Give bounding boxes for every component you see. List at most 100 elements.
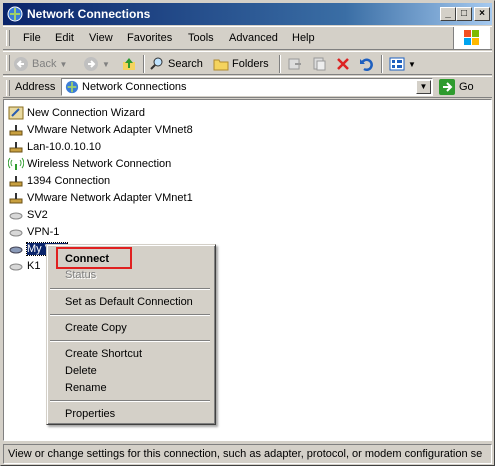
address-label: Address bbox=[15, 81, 56, 93]
copy-to-icon bbox=[313, 57, 326, 71]
window-title: Network Connections bbox=[27, 7, 151, 21]
forward-button[interactable]: ▼ bbox=[83, 55, 110, 73]
wizard-icon bbox=[8, 106, 24, 120]
search-label: Search bbox=[168, 58, 203, 70]
move-to-button[interactable] bbox=[287, 55, 303, 73]
status-bar: View or change settings for this connect… bbox=[3, 444, 492, 464]
list-item[interactable]: New Connection Wizard bbox=[8, 104, 145, 121]
menu-bar: File Edit View Favorites Tools Advanced … bbox=[3, 26, 492, 50]
move-to-icon bbox=[288, 58, 301, 70]
menubar-grip bbox=[6, 30, 10, 46]
vpn-icon bbox=[8, 208, 24, 222]
views-button[interactable]: ▼ bbox=[389, 55, 416, 73]
toolbar-separator bbox=[279, 55, 281, 73]
list-item[interactable]: VMware Network Adapter VMnet8 bbox=[8, 121, 193, 138]
views-dropdown-icon: ▼ bbox=[408, 59, 416, 69]
back-button[interactable]: Back ▼ bbox=[13, 55, 67, 73]
menu-item-properties[interactable]: Properties bbox=[65, 406, 115, 422]
toolbar: Back ▼ ▼ Search Folders ▼ bbox=[3, 51, 492, 75]
menu-item-delete[interactable]: Delete bbox=[65, 363, 97, 379]
vpn-icon bbox=[8, 242, 24, 256]
menu-separator bbox=[50, 314, 210, 316]
undo-icon bbox=[360, 58, 373, 71]
vpn-icon bbox=[8, 259, 24, 273]
lan-icon bbox=[8, 191, 24, 205]
connect-highlight-box bbox=[56, 247, 132, 269]
connection-name: New Connection Wizard bbox=[27, 106, 145, 119]
go-button[interactable]: Go bbox=[439, 78, 474, 96]
menu-separator bbox=[50, 288, 210, 290]
toolbar-separator bbox=[143, 55, 145, 73]
undo-button[interactable] bbox=[358, 55, 374, 73]
toolbar-separator bbox=[381, 55, 383, 73]
lan-icon bbox=[8, 140, 24, 154]
address-dropdown-button[interactable]: ▼ bbox=[416, 80, 431, 94]
connection-name: VPN-1 bbox=[27, 225, 60, 238]
connection-name: Lan-10.0.10.10 bbox=[27, 140, 102, 153]
go-arrow-icon bbox=[439, 79, 455, 95]
connection-name: 1394 Connection bbox=[27, 174, 111, 187]
network-connections-icon bbox=[7, 6, 23, 22]
windows-logo-icon bbox=[453, 27, 490, 49]
connection-name: K1 bbox=[27, 259, 41, 272]
menu-item-rename[interactable]: Rename bbox=[65, 380, 107, 396]
copy-to-button[interactable] bbox=[311, 55, 327, 73]
vpn-icon bbox=[8, 225, 24, 239]
search-button[interactable]: Search bbox=[149, 55, 203, 73]
search-icon bbox=[150, 57, 163, 70]
back-dropdown-icon: ▼ bbox=[59, 59, 68, 69]
address-value: Network Connections bbox=[82, 81, 187, 93]
list-item[interactable]: VPN-1 bbox=[8, 223, 59, 240]
back-label: Back bbox=[32, 58, 57, 70]
menu-edit[interactable]: Edit bbox=[55, 32, 74, 44]
menu-separator bbox=[50, 400, 210, 402]
menu-item-create-shortcut[interactable]: Create Shortcut bbox=[65, 346, 142, 362]
folder-icon bbox=[213, 59, 229, 71]
views-icon bbox=[389, 57, 405, 71]
lan-icon bbox=[8, 174, 24, 188]
connection-name: VMware Network Adapter VMnet8 bbox=[27, 123, 193, 136]
connection-name: SV2 bbox=[27, 208, 48, 221]
toolbar-grip bbox=[6, 55, 10, 71]
menu-item-status: Status bbox=[65, 269, 97, 281]
folders-button[interactable]: Folders bbox=[213, 55, 269, 73]
maximize-button[interactable]: □ bbox=[456, 7, 472, 21]
network-connections-icon bbox=[65, 80, 79, 97]
menu-tools[interactable]: Tools bbox=[188, 32, 214, 44]
folders-label: Folders bbox=[232, 58, 269, 70]
list-item[interactable]: K1 bbox=[8, 257, 40, 274]
back-arrow-icon bbox=[14, 57, 28, 71]
menu-separator bbox=[50, 340, 210, 342]
address-grip bbox=[6, 80, 10, 96]
minimize-button[interactable]: _ bbox=[440, 7, 456, 21]
list-item[interactable]: VMware Network Adapter VMnet1 bbox=[8, 189, 193, 206]
up-folder-button[interactable] bbox=[121, 55, 137, 73]
address-bar: Address Network Connections ▼ Go bbox=[3, 76, 492, 98]
title-bar[interactable]: Network Connections _ □ × bbox=[3, 3, 492, 25]
context-menu: Connect Status Set as Default Connection… bbox=[46, 244, 216, 425]
forward-arrow-icon bbox=[84, 57, 98, 71]
list-item[interactable]: SV2 bbox=[8, 206, 48, 223]
menu-view[interactable]: View bbox=[89, 32, 113, 44]
connection-name: Wireless Network Connection bbox=[27, 157, 172, 170]
wireless-icon bbox=[7, 157, 25, 171]
close-button[interactable]: × bbox=[474, 7, 490, 21]
go-label: Go bbox=[459, 81, 474, 93]
menu-favorites[interactable]: Favorites bbox=[127, 32, 172, 44]
menu-item-create-copy[interactable]: Create Copy bbox=[65, 320, 127, 336]
menu-file[interactable]: File bbox=[23, 32, 41, 44]
lan-icon bbox=[8, 123, 24, 137]
list-item[interactable]: 1394 Connection bbox=[8, 172, 110, 189]
forward-dropdown-icon: ▼ bbox=[102, 59, 110, 69]
connection-name: VMware Network Adapter VMnet1 bbox=[27, 191, 193, 204]
delete-button[interactable] bbox=[335, 55, 351, 73]
menu-advanced[interactable]: Advanced bbox=[229, 32, 278, 44]
list-item[interactable]: Lan-10.0.10.10 bbox=[8, 138, 101, 155]
up-folder-icon bbox=[123, 58, 135, 70]
delete-x-icon bbox=[337, 58, 349, 70]
menu-help[interactable]: Help bbox=[292, 32, 315, 44]
list-item[interactable]: Wireless Network Connection bbox=[7, 155, 172, 172]
window: Network Connections _ □ × File Edit View… bbox=[0, 0, 495, 466]
menu-item-set-default[interactable]: Set as Default Connection bbox=[65, 294, 193, 310]
address-input[interactable]: Network Connections ▼ bbox=[61, 78, 433, 96]
